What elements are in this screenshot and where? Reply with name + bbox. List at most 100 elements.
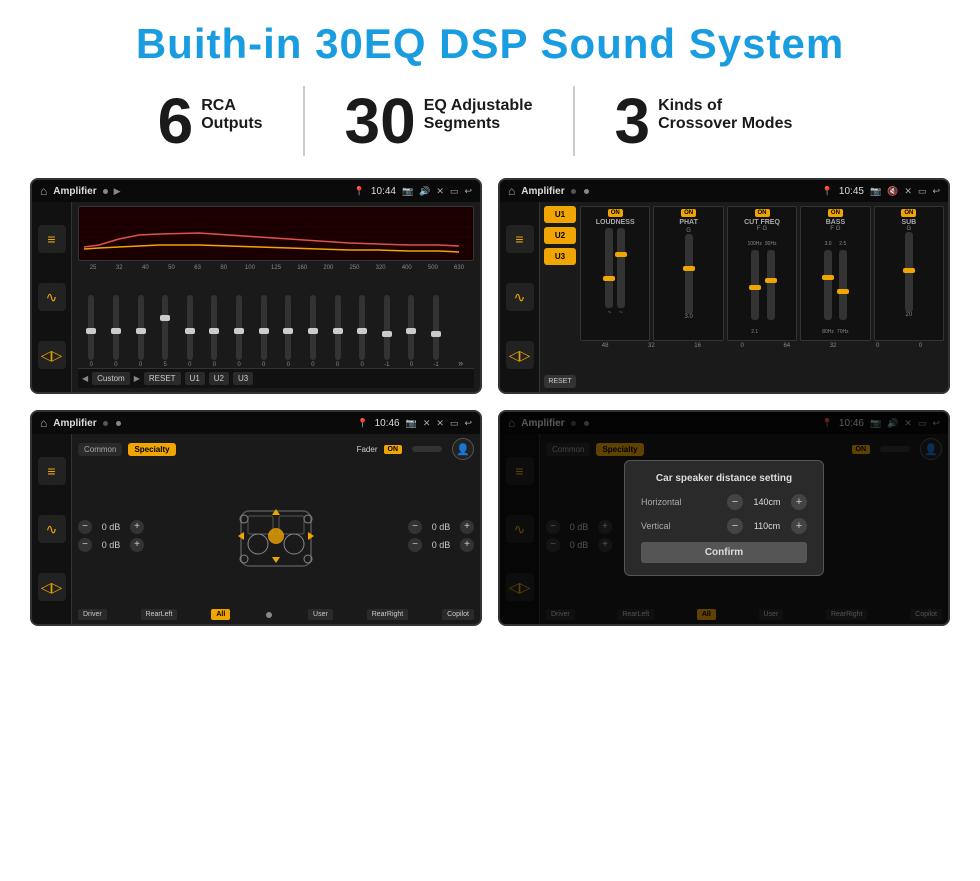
dialog-horizontal-value-row: − 140cm +	[727, 494, 807, 510]
loudness-slider-1[interactable]	[605, 228, 613, 308]
dialog-horizontal-plus[interactable]: +	[791, 494, 807, 510]
sp-sidebar-btn-1[interactable]: ≡	[38, 457, 66, 485]
sp-minus-1[interactable]: −	[78, 520, 92, 534]
dialog-vertical-label: Vertical	[641, 521, 671, 531]
close-icon-1[interactable]: ✕	[436, 186, 444, 197]
sp-plus-3[interactable]: +	[460, 520, 474, 534]
sp-plus-2[interactable]: +	[130, 538, 144, 552]
amp-preset-u2[interactable]: U2	[544, 227, 576, 244]
sp-speaker-icon: ◁▷	[41, 579, 63, 596]
eq-slider-11[interactable]	[335, 295, 341, 360]
amp-preset-u1[interactable]: U1	[544, 206, 576, 223]
location-icon-1: 📍	[354, 186, 365, 197]
amp-controls: ON LOUDNESS	[580, 206, 944, 388]
eq-slider-8[interactable]	[261, 295, 267, 360]
eq-btn-u1[interactable]: U1	[185, 372, 205, 385]
dialog-vertical-minus[interactable]: −	[727, 518, 743, 534]
user-icon[interactable]: 👤	[452, 438, 474, 460]
sp-sidebar-btn-2[interactable]: ∿	[38, 515, 66, 543]
confirm-button[interactable]: Confirm	[641, 542, 807, 563]
dialog-vertical-plus[interactable]: +	[791, 518, 807, 534]
sp-minus-3[interactable]: −	[408, 520, 422, 534]
eq-slider-13[interactable]	[384, 295, 390, 360]
eq-sidebar-btn-3[interactable]: ◁▷	[38, 341, 66, 369]
phat-slider[interactable]	[685, 234, 693, 314]
sub-on[interactable]: ON	[901, 209, 916, 217]
amp-sidebar-btn-3[interactable]: ◁▷	[506, 341, 534, 369]
sp-sidebar-btn-3[interactable]: ◁▷	[38, 573, 66, 601]
home-icon-3[interactable]: ⌂	[40, 416, 47, 430]
eq-thumb-4	[160, 315, 170, 321]
close-icon-2[interactable]: ✕	[904, 186, 912, 197]
sp-plus-4[interactable]: +	[460, 538, 474, 552]
cutfreq-slider-f[interactable]	[751, 250, 759, 320]
home-icon-1[interactable]: ⌂	[40, 184, 47, 198]
eq-slider-3[interactable]	[138, 295, 144, 360]
dialog-horizontal-minus[interactable]: −	[727, 494, 743, 510]
eq-arrow-right[interactable]: »	[458, 358, 463, 368]
loudness-slider-2[interactable]	[617, 228, 625, 308]
eq-slider-col-3: 0	[129, 295, 152, 368]
sp-btn-copilot[interactable]: Copilot	[442, 609, 474, 620]
minimize-icon-2[interactable]: ▭	[918, 186, 927, 197]
sp-btn-rearright[interactable]: RearRight	[367, 609, 409, 620]
bass-on[interactable]: ON	[828, 209, 843, 217]
sub-slider[interactable]	[905, 232, 913, 312]
amp-preset-u3[interactable]: U3	[544, 248, 576, 265]
play-next-icon[interactable]: ▶	[134, 374, 140, 383]
minimize-icon-1[interactable]: ▭	[450, 186, 459, 197]
sp-btn-user[interactable]: User	[308, 609, 333, 620]
eq-thumb-10	[308, 328, 318, 334]
speaker-main: Common Specialty Fader ON 👤 −	[72, 434, 480, 624]
eq-preset-custom[interactable]: Custom	[92, 372, 130, 385]
loudness-on[interactable]: ON	[608, 209, 623, 217]
back-icon-2[interactable]: ↩	[932, 186, 940, 197]
eq-btn-reset[interactable]: RESET	[144, 372, 181, 385]
eq-btn-u2[interactable]: U2	[209, 372, 229, 385]
eq-slider-9[interactable]	[285, 295, 291, 360]
home-icon-2[interactable]: ⌂	[508, 184, 515, 198]
minimize-icon-3[interactable]: ▭	[450, 418, 459, 429]
stat-item-eq: 30 EQ Adjustable Segments	[305, 89, 573, 153]
amp-reset-btn[interactable]: RESET	[544, 375, 576, 388]
amp-sidebar-btn-2[interactable]: ∿	[506, 283, 534, 311]
amp-sidebar-btn-1[interactable]: ≡	[506, 225, 534, 253]
eq-slider-12[interactable]	[359, 295, 365, 360]
eq-sidebar-btn-2[interactable]: ∿	[38, 283, 66, 311]
eq-btn-u3[interactable]: U3	[233, 372, 253, 385]
eq-slider-7[interactable]	[236, 295, 242, 360]
eq-slider-4[interactable]	[162, 295, 168, 360]
back-icon-1[interactable]: ↩	[464, 186, 472, 197]
record-icon-2	[571, 189, 576, 194]
eq-slider-col-6: 0	[203, 295, 226, 368]
loudness-sliders	[605, 228, 625, 308]
sp-minus-4[interactable]: −	[408, 538, 422, 552]
eq-slider-10[interactable]	[310, 295, 316, 360]
eq-slider-2[interactable]	[113, 295, 119, 360]
dialog-title: Car speaker distance setting	[641, 473, 807, 484]
eq-slider-14[interactable]	[408, 295, 414, 360]
sp-btn-all[interactable]: All	[211, 609, 230, 620]
sp-btn-driver[interactable]: Driver	[78, 609, 107, 620]
tab-common[interactable]: Common	[78, 443, 122, 456]
amp-bv-8: 0	[919, 343, 922, 349]
bass-slider-g[interactable]	[839, 250, 847, 320]
sp-btn-rearleft[interactable]: RearLeft	[141, 609, 178, 620]
eq-slider-1[interactable]	[88, 295, 94, 360]
fader-on-btn[interactable]: ON	[384, 445, 403, 454]
cutfreq-slider-g[interactable]	[767, 250, 775, 320]
back-icon-3[interactable]: ↩	[464, 418, 472, 429]
eq-slider-15[interactable]	[433, 295, 439, 360]
eq-sidebar-btn-1[interactable]: ≡	[38, 225, 66, 253]
eq-slider-6[interactable]	[211, 295, 217, 360]
tab-specialty[interactable]: Specialty	[128, 443, 175, 456]
cutfreq-on[interactable]: ON	[755, 209, 770, 217]
fader-slider[interactable]	[412, 446, 442, 452]
sp-minus-2[interactable]: −	[78, 538, 92, 552]
eq-slider-5[interactable]	[187, 295, 193, 360]
bass-slider-f[interactable]	[824, 250, 832, 320]
close-icon-3[interactable]: ✕	[436, 418, 444, 429]
phat-on[interactable]: ON	[681, 209, 696, 217]
sp-plus-1[interactable]: +	[130, 520, 144, 534]
play-prev-icon[interactable]: ◀	[82, 374, 88, 383]
